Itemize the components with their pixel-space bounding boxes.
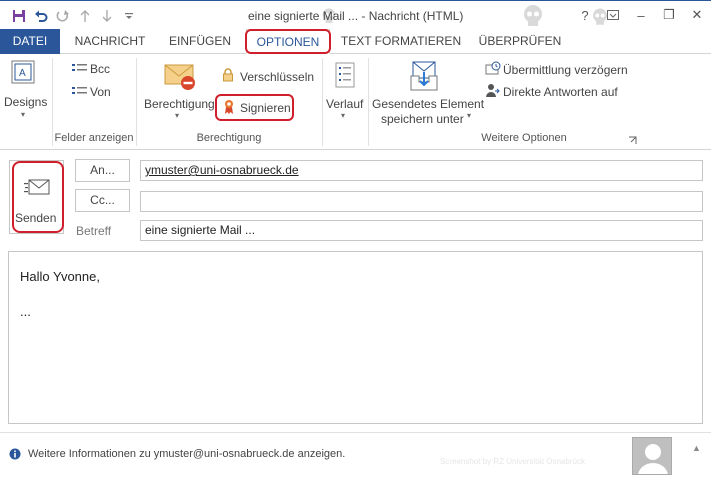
screenshot-watermark: Screenshot by RZ Universität Osnabrück [440, 457, 585, 466]
verlauf-button[interactable]: Verlauf [326, 97, 363, 111]
speichern-unter-label[interactable]: speichern unter [381, 112, 464, 126]
subject-field[interactable]: eine signierte Mail ... [140, 220, 703, 241]
restore-button[interactable]: ❐ [655, 1, 683, 29]
subject-label: Betreff [76, 224, 112, 238]
arrow-down-icon[interactable] [96, 6, 118, 26]
title-bar: eine signierte Mail ... - Nachricht (HTM… [0, 0, 711, 29]
highlight-senden [12, 161, 64, 233]
skull-decoration-icon [524, 5, 542, 26]
customize-qat-icon[interactable] [118, 6, 140, 26]
help-button[interactable]: ? [571, 1, 599, 29]
tab-nachricht[interactable]: NACHRICHT [68, 29, 152, 54]
message-body[interactable]: Hallo Yvonne, ... [8, 251, 703, 424]
gesendetes-dropdown-icon[interactable]: ▾ [467, 111, 471, 120]
designs-icon[interactable]: A [11, 60, 35, 87]
verlauf-icon[interactable] [335, 62, 355, 91]
body-ellipsis: ... [20, 304, 31, 319]
info-icon [9, 448, 21, 463]
window-title: eine signierte Mail ... - Nachricht (HTM… [248, 9, 464, 23]
to-button[interactable]: An... [75, 159, 130, 182]
envelope-permission-icon[interactable] [164, 62, 198, 95]
ribbon-display-button[interactable] [599, 1, 627, 29]
cc-field[interactable] [140, 191, 703, 212]
undo-icon[interactable] [30, 6, 52, 26]
to-field[interactable]: ymuster@uni-osnabrueck.de [140, 160, 703, 181]
body-greeting: Hallo Yvonne, [20, 269, 100, 284]
verlauf-dropdown-icon[interactable]: ▾ [341, 111, 345, 120]
uebermittlung-verzoegern-button[interactable]: Übermittlung verzögern [503, 63, 628, 77]
redo-icon[interactable] [52, 6, 74, 26]
bcc-button[interactable]: Bcc [90, 62, 110, 76]
quick-access-toolbar [8, 6, 140, 26]
arrow-up-icon[interactable] [74, 6, 96, 26]
save-icon[interactable] [8, 6, 30, 26]
avatar[interactable] [632, 437, 672, 475]
lock-icon [222, 68, 234, 85]
window-controls: ? – ❐ ✕ [571, 1, 711, 29]
highlight-optionen [245, 29, 331, 54]
tab-datei[interactable]: DATEI [0, 29, 60, 54]
von-button[interactable]: Von [90, 85, 111, 99]
direct-replies-icon [486, 83, 500, 102]
close-button[interactable]: ✕ [683, 1, 711, 29]
designs-dropdown-icon[interactable]: ▾ [21, 110, 25, 119]
gesendetes-element-button[interactable]: Gesendetes Element [372, 97, 484, 111]
svg-text:A: A [19, 68, 26, 79]
expand-people-pane-icon[interactable]: ▲ [692, 443, 701, 453]
verschluesseln-button[interactable]: Verschlüsseln [240, 70, 314, 84]
direkte-antworten-button[interactable]: Direkte Antworten auf [503, 85, 618, 99]
tab-einfuegen[interactable]: EINFÜGEN [160, 29, 240, 54]
berechtigung-dropdown-icon[interactable]: ▾ [175, 111, 179, 120]
people-pane-info[interactable]: Weitere Informationen zu ymuster@uni-osn… [28, 448, 345, 460]
group-label-berechtigung: Berechtigung [196, 132, 262, 144]
bcc-icon [72, 62, 88, 79]
ribbon-tabs: DATEI NACHRICHT EINFÜGEN OPTIONEN TEXT F… [0, 29, 711, 54]
tab-text-formatieren[interactable]: TEXT FORMATIEREN [338, 29, 464, 54]
dialog-launcher-icon[interactable] [628, 134, 637, 148]
people-pane: Weitere Informationen zu ymuster@uni-osn… [0, 432, 711, 479]
designs-button[interactable]: Designs [4, 95, 47, 109]
von-icon [72, 85, 88, 102]
save-sent-item-icon[interactable] [409, 60, 439, 95]
highlight-signieren [215, 94, 294, 121]
cc-button[interactable]: Cc... [75, 189, 130, 212]
minimize-button[interactable]: – [627, 1, 655, 29]
group-label-felder-anzeigen: Felder anzeigen [54, 132, 134, 144]
berechtigung-button[interactable]: Berechtigung [144, 97, 215, 111]
ribbon: A Designs ▾ Bcc Von Felder anzeigen Bere… [0, 54, 711, 150]
tab-ueberpruefen[interactable]: ÜBERPRÜFEN [474, 29, 566, 54]
clock-envelope-icon [485, 61, 501, 80]
